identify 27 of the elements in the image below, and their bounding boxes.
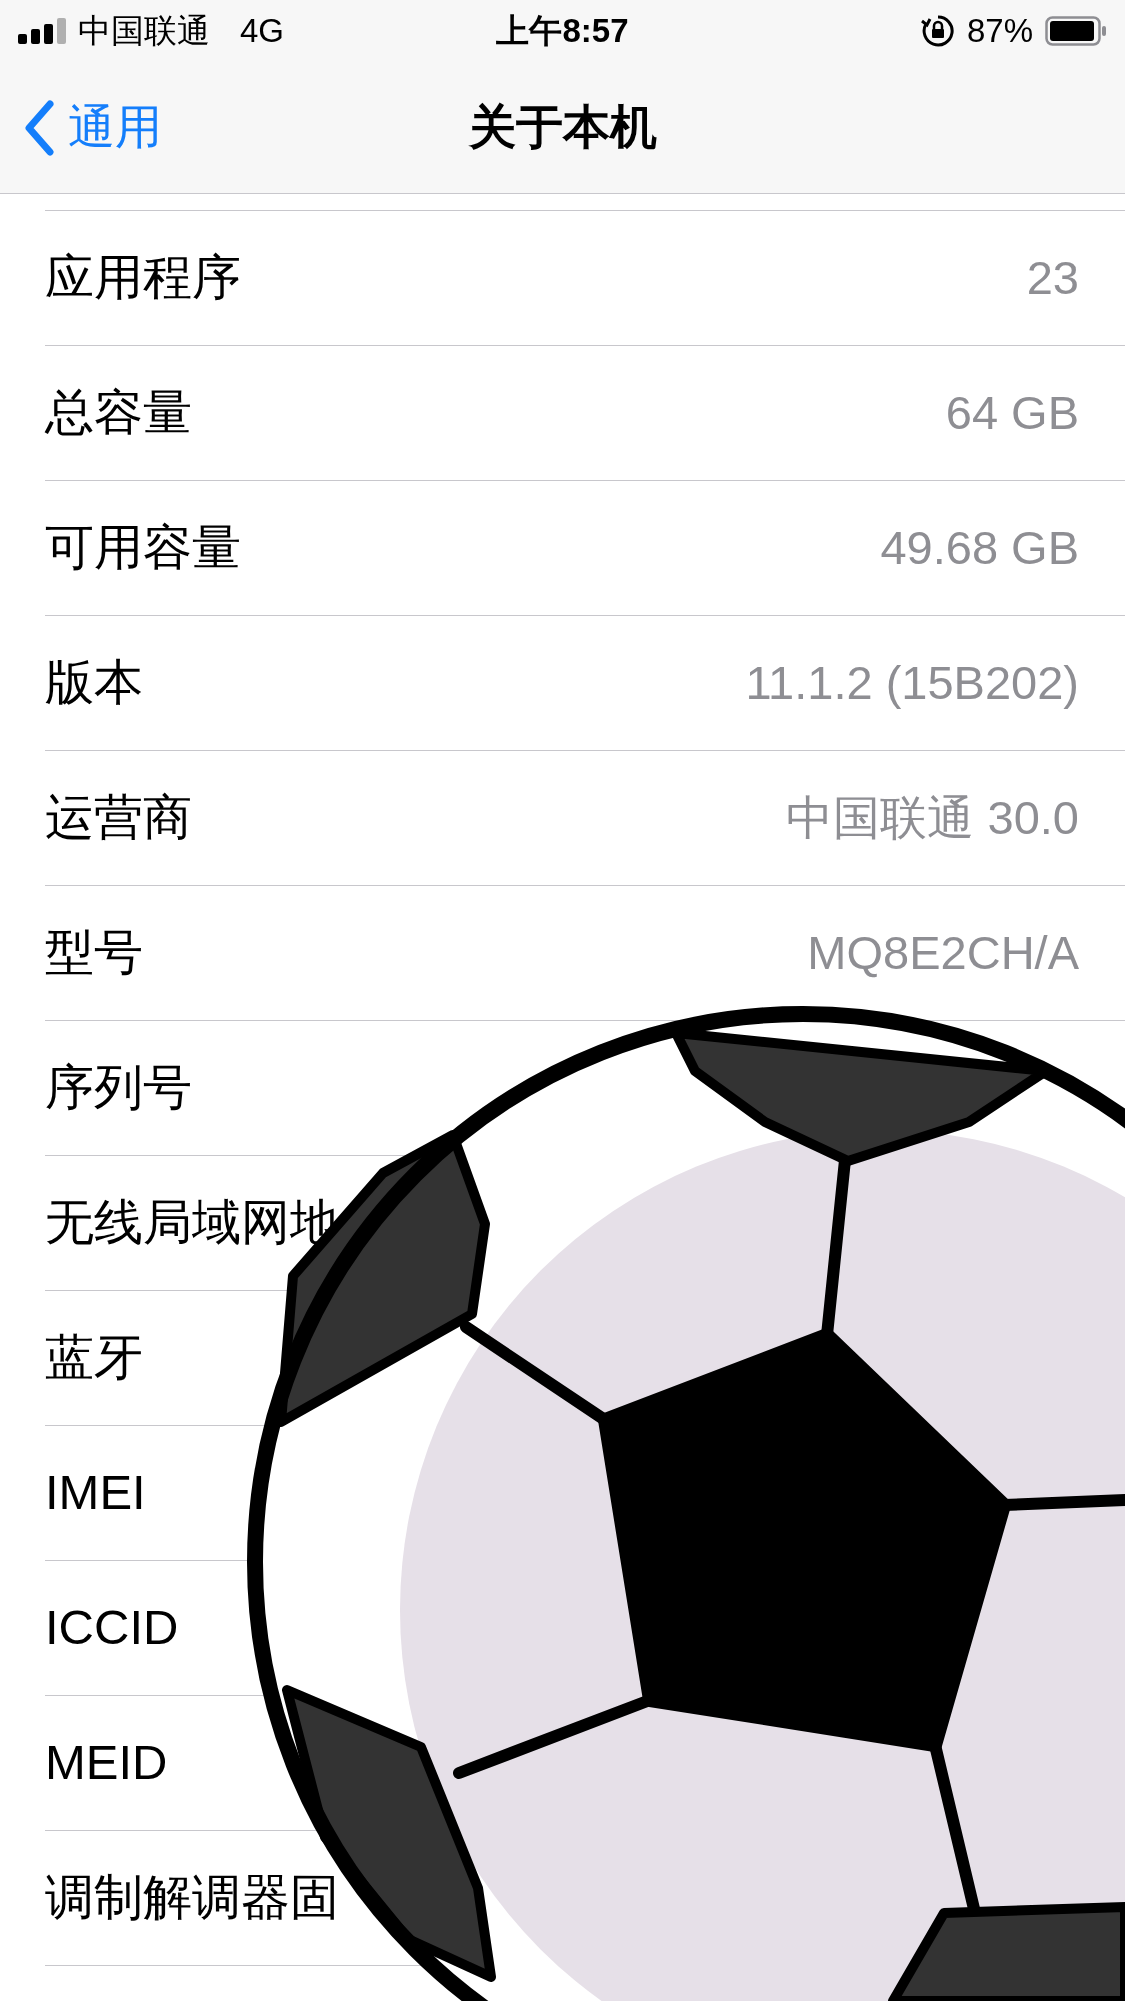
chevron-left-icon	[24, 99, 54, 156]
row-label: MEID	[45, 1734, 168, 1792]
row-label: 序列号	[45, 1059, 192, 1117]
row-label: 型号	[45, 924, 143, 982]
row-value: 64 GB	[945, 384, 1079, 441]
network-type: 4G	[240, 11, 285, 52]
row-label: ICCID	[45, 1599, 179, 1657]
row-value: 中国联通 30.0	[786, 789, 1079, 846]
battery-percent: 87%	[966, 11, 1033, 52]
row-value: MQ8E2CH/A	[807, 924, 1079, 981]
row-label: IMEI	[45, 1464, 146, 1522]
row-label: 调制解调器固	[45, 1869, 339, 1927]
row-label: 总容量	[45, 384, 192, 442]
rotation-lock-icon	[920, 14, 955, 48]
page-title: 关于本机	[468, 99, 657, 156]
carrier-name: 中国联通	[78, 11, 210, 52]
row-value: 11.1.2 (15B202)	[745, 654, 1079, 711]
status-time: 上午8:57	[496, 11, 629, 52]
row-label: 版本	[45, 654, 143, 712]
row-label: 运营商	[45, 789, 192, 847]
row-label: 可用容量	[45, 519, 241, 577]
back-button[interactable]: 通用	[0, 92, 162, 163]
row-value: 49.68 GB	[880, 519, 1079, 576]
row-label: 蓝牙	[45, 1329, 143, 1387]
row-value: 23	[1026, 249, 1079, 306]
battery-icon	[1045, 16, 1107, 46]
row-label: 应用程序	[45, 249, 241, 307]
